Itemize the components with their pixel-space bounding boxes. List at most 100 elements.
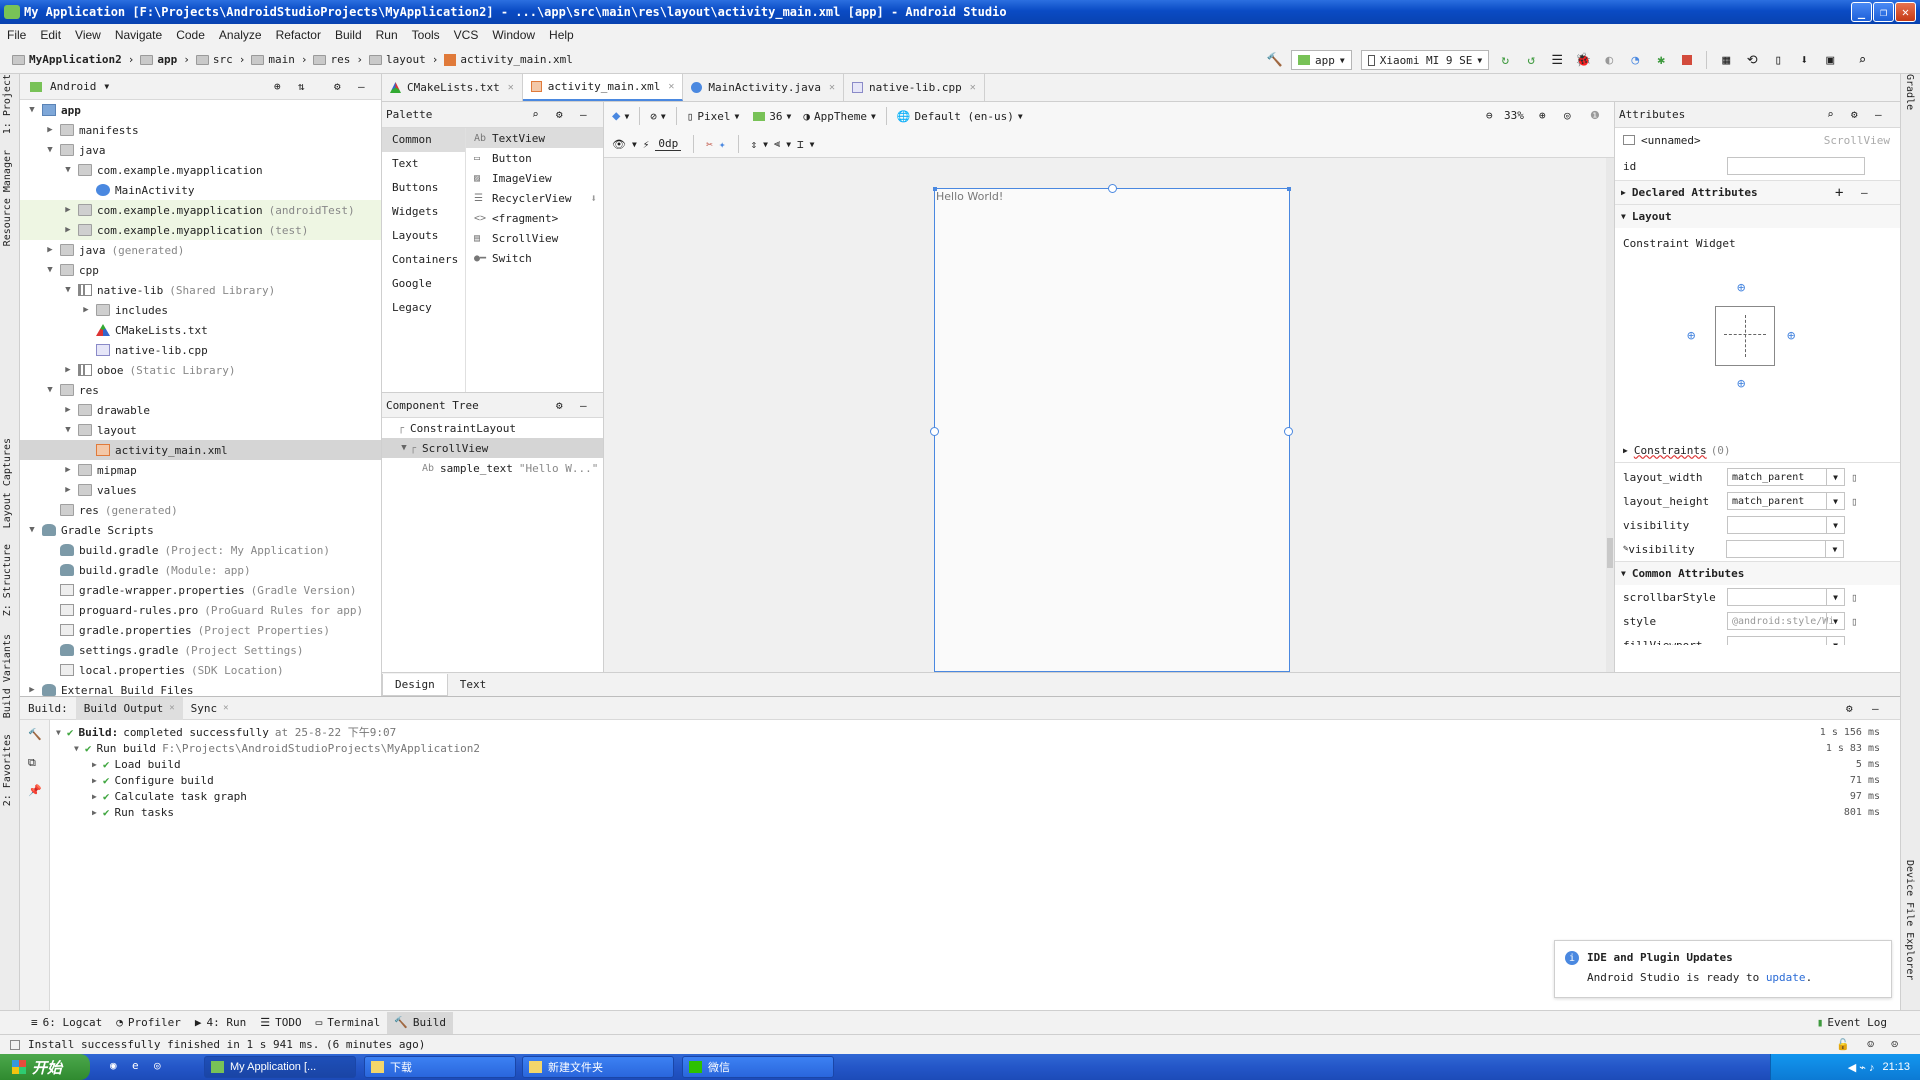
palette-item-recyclerview[interactable]: ☰ RecyclerView ⬇ [466,188,603,208]
breadcrumb-item[interactable]: activity_main.xml [438,53,579,66]
side-tab-device-file-explorer[interactable]: Device File Explorer [1904,860,1915,980]
menu-build[interactable]: Build [328,24,369,46]
right-anchor-handle[interactable] [1284,427,1293,436]
chevron-down-icon[interactable]: ▼ [44,145,56,155]
palette-item-fragment[interactable]: <> <fragment> [466,208,603,228]
chevron-down-icon[interactable]: ▼ [44,385,56,395]
toggle-view-icon[interactable]: ⧉ [28,756,36,770]
attr-picker-icon[interactable]: ▯ [1851,471,1858,484]
chevron-right-icon[interactable]: ▶ [92,776,97,785]
chevron-down-icon[interactable]: ▼ [62,425,74,435]
gear-icon[interactable]: ⚙ [556,108,563,121]
palette-category-widgets[interactable]: Widgets [382,200,465,224]
search-everywhere-icon[interactable]: ⌕ [1851,49,1873,71]
pack-icon[interactable]: ⇕ [751,138,758,151]
chevron-down-icon[interactable]: ▼ [1825,541,1843,557]
status-icon[interactable] [10,1039,20,1050]
tool-window-4-run[interactable]: ▶ 4: Run [188,1012,253,1034]
tree-node[interactable]: ▶ java (generated) [20,240,381,260]
attr-value-style[interactable]: @android:style/Wi ▼ [1727,612,1845,630]
close-tab-icon[interactable]: ✕ [508,82,514,93]
tree-node[interactable]: MainActivity [20,180,381,200]
maximize-button[interactable]: ❐ [1873,2,1894,22]
palette-category-containers[interactable]: Containers [382,248,465,272]
chevron-down-icon[interactable]: ▼ [763,140,768,149]
chevron-down-icon[interactable]: ▼ [1826,589,1844,605]
device-blueprint[interactable]: Hello World! [930,184,1293,672]
hide-panel-icon[interactable]: — [580,399,587,412]
attr-value-scrollbarstyle[interactable]: ▼ [1727,588,1845,606]
tree-node[interactable]: gradle-wrapper.properties (Gradle Version… [20,580,381,600]
orientation-icon[interactable]: ⊘ [650,110,657,123]
default-margin-select[interactable]: 0dp [655,137,682,151]
build-tab-build-output[interactable]: Build Output ✕ [75,696,183,720]
attr-picker-icon[interactable]: ▯ [1851,495,1858,508]
chevron-down-icon[interactable]: ▼ [661,112,666,121]
attach-debugger-icon[interactable]: ✱ [1650,49,1672,71]
design-canvas[interactable]: Hello World! [604,158,1614,672]
menu-help[interactable]: Help [542,24,581,46]
pin-icon[interactable]: 📌 [28,784,42,797]
side-tab-1-project[interactable]: 1: Project [2,74,13,134]
chevron-down-icon[interactable]: ▼ [62,285,74,295]
chevron-down-icon[interactable]: ▼ [810,140,815,149]
tree-node[interactable]: ▼ app [20,100,381,120]
close-tab-icon[interactable]: ✕ [169,703,174,713]
hide-panel-icon[interactable]: — [1872,702,1879,715]
editor-tab-cmakelists-txt[interactable]: CMakeLists.txt ✕ [382,74,523,101]
chevron-down-icon[interactable]: ▼ [26,525,38,535]
editor-tab-native-lib-cpp[interactable]: native-lib.cpp ✕ [844,74,985,101]
sync-gradle-icon[interactable]: ⟲ [1741,49,1763,71]
start-button[interactable]: 开始 [0,1054,90,1080]
chevron-down-icon[interactable]: ▼ [26,105,38,115]
sdk-manager-icon[interactable]: ⬇ [1793,49,1815,71]
tree-node[interactable]: ▼ layout [20,420,381,440]
add-right-constraint-icon[interactable]: ⊕ [1787,328,1795,344]
ie-icon[interactable]: e [132,1059,139,1072]
add-bottom-constraint-icon[interactable]: ⊕ [1737,376,1745,392]
clear-constraints-icon[interactable]: ✂ [706,138,713,151]
palette-category-google[interactable]: Google [382,272,465,296]
autoconnect-icon[interactable]: ⚡ [643,138,650,151]
tree-node[interactable]: ▼ native-lib (Shared Library) [20,280,381,300]
tree-node[interactable]: ▶ mipmap [20,460,381,480]
tree-node[interactable]: ▶ oboe (Static Library) [20,360,381,380]
layout-section[interactable]: ▼ Layout [1615,204,1900,228]
tray-icons[interactable]: ◀ ⌁ ♪ [1848,1061,1875,1074]
menu-window[interactable]: Window [485,24,542,46]
chevron-right-icon[interactable]: ▶ [44,125,56,135]
side-tab-gradle[interactable]: Gradle [1904,74,1915,110]
project-structure-icon[interactable]: ▦ [1715,49,1737,71]
side-tab-resource-manager[interactable]: Resource Manager [2,150,13,246]
palette-item-switch[interactable]: ●━ Switch [466,248,603,268]
breadcrumb-item[interactable]: app [134,53,183,66]
debug-icon[interactable]: 🐞 [1572,49,1594,71]
update-link[interactable]: update [1766,971,1806,984]
event-log-button[interactable]: ▮ Event Log [1810,1012,1894,1034]
feedback-icon[interactable]: ☹ [1891,1038,1898,1051]
tree-node[interactable]: build.gradle (Project: My Application) [20,540,381,560]
tree-node[interactable]: ▶ values [20,480,381,500]
declared-attributes-section[interactable]: ▶ Declared Attributes + — [1615,180,1900,204]
align-icon[interactable]: ⫷ [774,137,780,151]
chevron-right-icon[interactable]: ▶ [62,485,74,495]
theme-select[interactable]: AppTheme [814,110,867,123]
tool-window-terminal[interactable]: ▭ Terminal [309,1012,388,1034]
tree-node[interactable]: build.gradle (Module: app) [20,560,381,580]
tree-node[interactable]: activity_main.xml [20,440,381,460]
minimize-button[interactable]: _ [1851,2,1872,22]
component-node-constraintlayout[interactable]: ┌ ConstraintLayout [382,418,603,438]
tool-window-6-logcat[interactable]: ≡ 6: Logcat [24,1012,109,1034]
menu-tools[interactable]: Tools [405,24,447,46]
common-attributes-section[interactable]: ▼ Common Attributes [1615,561,1900,585]
search-icon[interactable]: ⌕ [1827,108,1834,121]
stop-icon[interactable] [1676,49,1698,71]
api-level-select[interactable]: 36 [769,110,782,123]
add-left-constraint-icon[interactable]: ⊕ [1687,328,1695,344]
hammer-icon[interactable]: 🔨 [28,728,42,741]
chevron-right-icon[interactable]: ▶ [92,760,97,769]
side-tab-layout-captures[interactable]: Layout Captures [2,438,13,528]
tree-node[interactable]: CMakeLists.txt [20,320,381,340]
breadcrumb-item[interactable]: MyApplication2 [6,53,128,66]
chevron-right-icon[interactable]: ▶ [62,225,74,235]
